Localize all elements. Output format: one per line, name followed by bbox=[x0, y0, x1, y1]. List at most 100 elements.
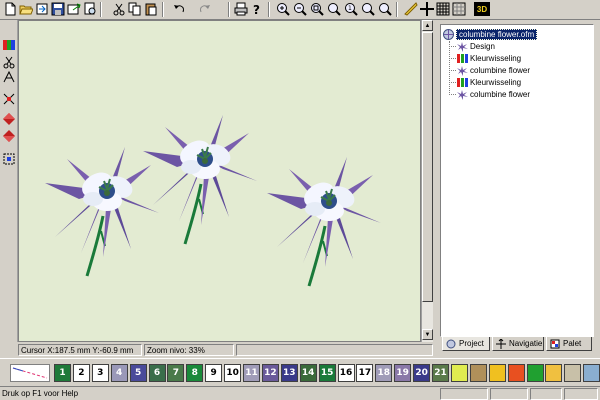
export-button[interactable] bbox=[67, 2, 81, 16]
status-empty-field bbox=[236, 344, 433, 356]
paste-button[interactable] bbox=[144, 2, 158, 16]
color-swatch[interactable] bbox=[469, 364, 487, 382]
color-swatch[interactable]: 15 bbox=[318, 364, 336, 382]
zoom-in-button[interactable] bbox=[276, 2, 290, 16]
export-icon bbox=[67, 3, 81, 15]
color-swatch[interactable]: 8 bbox=[186, 364, 204, 382]
measure-icon bbox=[404, 2, 418, 16]
color-swatch[interactable]: 16 bbox=[337, 364, 355, 382]
design-canvas[interactable] bbox=[18, 20, 421, 342]
open-file-button[interactable] bbox=[19, 2, 33, 16]
color-swatch[interactable]: 19 bbox=[394, 364, 412, 382]
move-up-tool-button[interactable] bbox=[2, 112, 16, 126]
zoom-out-icon bbox=[294, 3, 307, 16]
help-button[interactable]: ? bbox=[250, 2, 264, 16]
paste-icon bbox=[145, 3, 157, 16]
crosshair-button[interactable] bbox=[420, 2, 434, 16]
move-down-tool-button[interactable] bbox=[2, 129, 16, 143]
color-swatch[interactable]: 20 bbox=[413, 364, 431, 382]
tab-palet[interactable]: Palet bbox=[546, 337, 592, 351]
scrollbar-thumb[interactable] bbox=[422, 32, 433, 302]
canvas-status-row: Cursor X:187.5 mm Y:-60.9 mm Zoom nivo: … bbox=[18, 342, 433, 356]
zoom-one-button[interactable]: 1 bbox=[344, 2, 358, 16]
color-swatch[interactable]: 4 bbox=[110, 364, 128, 382]
color-swatch[interactable]: 1 bbox=[54, 364, 71, 382]
palette-icon bbox=[550, 339, 560, 349]
measure-button[interactable] bbox=[404, 2, 418, 16]
select-tool-button[interactable] bbox=[2, 152, 16, 166]
status-bar: Druk op F1 voor Help bbox=[0, 386, 600, 400]
color-swatch[interactable]: 13 bbox=[280, 364, 298, 382]
vertical-scrollbar[interactable]: ▲ ▼ bbox=[421, 20, 433, 342]
tree-item[interactable]: columbine flower bbox=[457, 89, 530, 100]
undo-button[interactable] bbox=[172, 2, 186, 16]
zoom-previous-button[interactable] bbox=[361, 2, 375, 16]
grid-button[interactable] bbox=[436, 2, 450, 16]
copy-button[interactable] bbox=[128, 2, 142, 16]
color-swatch[interactable]: 9 bbox=[205, 364, 223, 382]
tree-connector bbox=[449, 58, 456, 59]
design-icon bbox=[457, 41, 468, 52]
color-swatch[interactable] bbox=[526, 364, 544, 382]
color-swatch[interactable] bbox=[545, 364, 563, 382]
tree-connector bbox=[449, 94, 456, 95]
color-swatch[interactable] bbox=[583, 364, 600, 382]
color-swatch[interactable]: 6 bbox=[148, 364, 166, 382]
tree-item[interactable]: Design bbox=[457, 41, 495, 52]
scroll-down-arrow-icon[interactable]: ▼ bbox=[422, 329, 433, 340]
stitch-tool-button[interactable] bbox=[2, 70, 16, 84]
cut-tool-button[interactable] bbox=[2, 55, 16, 69]
color-swatch[interactable]: 12 bbox=[261, 364, 279, 382]
color-swatch[interactable]: 7 bbox=[167, 364, 185, 382]
align-tool-button[interactable] bbox=[2, 92, 16, 106]
import-button[interactable] bbox=[35, 2, 49, 16]
status-cell-1 bbox=[440, 388, 488, 400]
zoom-in-icon bbox=[277, 3, 290, 16]
color-swatch[interactable]: 3 bbox=[91, 364, 109, 382]
zoom-fit-button[interactable] bbox=[327, 2, 341, 16]
3d-view-button[interactable]: 3D bbox=[474, 2, 490, 16]
zoom-area-button[interactable] bbox=[310, 2, 324, 16]
color-swatch[interactable]: 2 bbox=[72, 364, 90, 382]
zoom-area-icon bbox=[311, 3, 324, 16]
color-swatch[interactable]: 17 bbox=[356, 364, 374, 382]
color-swatch[interactable]: 21 bbox=[432, 364, 449, 382]
tree-item[interactable]: Kleurwisseling bbox=[457, 53, 521, 64]
color-swatch[interactable] bbox=[450, 364, 468, 382]
tree-item[interactable]: Kleurwisseling bbox=[457, 77, 521, 88]
new-file-button[interactable] bbox=[3, 2, 17, 16]
color-swatch[interactable] bbox=[488, 364, 506, 382]
color-swatch[interactable] bbox=[507, 364, 525, 382]
print-preview-button[interactable] bbox=[83, 2, 97, 16]
thread-sequence-preview[interactable] bbox=[10, 364, 50, 382]
color-change-icon bbox=[457, 53, 468, 64]
hoop-button[interactable] bbox=[452, 2, 466, 16]
tab-project[interactable]: Project bbox=[442, 337, 490, 351]
print-button[interactable] bbox=[234, 2, 248, 16]
project-root-icon bbox=[443, 29, 454, 40]
tree-item[interactable]: columbine flower bbox=[457, 65, 530, 76]
save-button[interactable] bbox=[51, 2, 65, 16]
tree-item-label: Kleurwisseling bbox=[470, 54, 522, 63]
cut-button[interactable] bbox=[112, 2, 126, 16]
color-swatch[interactable]: 18 bbox=[375, 364, 393, 382]
tab-navigatie[interactable]: Navigatie bbox=[492, 337, 544, 351]
color-swatch[interactable]: 10 bbox=[224, 364, 242, 382]
color-swatch[interactable] bbox=[564, 364, 582, 382]
zoom-out-button[interactable] bbox=[293, 2, 307, 16]
color-swatch[interactable]: 11 bbox=[243, 364, 260, 382]
status-cell-3 bbox=[530, 388, 562, 400]
zoom-all-button[interactable] bbox=[378, 2, 392, 16]
project-tree[interactable]: columbine flower.ofm Design Kleurwisseling… bbox=[440, 24, 594, 337]
scroll-up-arrow-icon[interactable]: ▲ bbox=[422, 20, 433, 31]
help-icon: ? bbox=[253, 3, 260, 16]
tree-root-item[interactable]: columbine flower.ofm bbox=[443, 29, 538, 40]
status-cell-2 bbox=[490, 388, 528, 400]
color-change-tool-button[interactable] bbox=[2, 38, 16, 52]
design-icon bbox=[457, 89, 468, 100]
color-swatch[interactable]: 14 bbox=[299, 364, 317, 382]
color-swatch[interactable]: 5 bbox=[129, 364, 147, 382]
redo-button[interactable] bbox=[198, 2, 212, 16]
select-tool-icon bbox=[3, 153, 15, 165]
new-file-icon bbox=[5, 2, 16, 16]
